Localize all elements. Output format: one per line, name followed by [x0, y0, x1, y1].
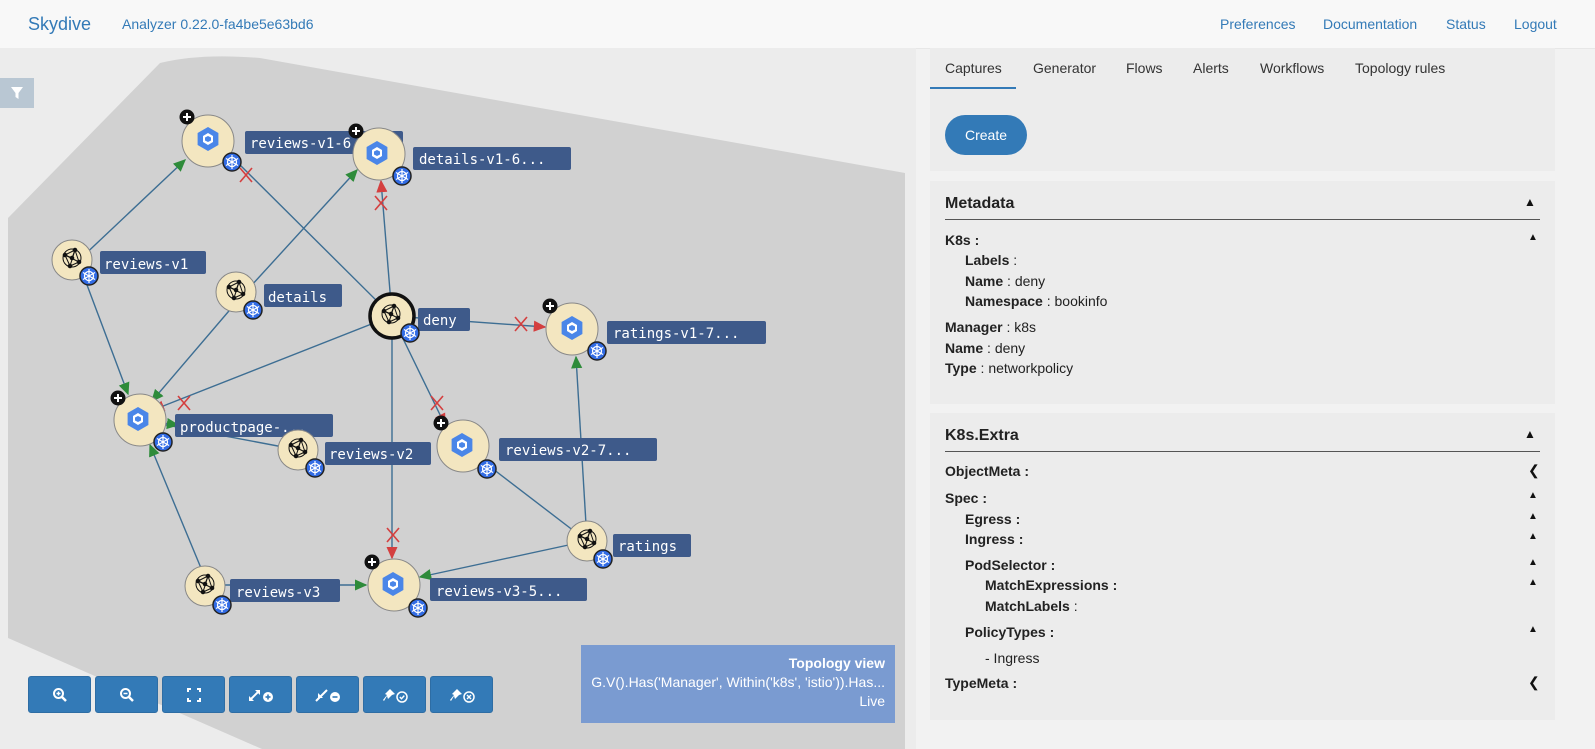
extra-typemeta-row[interactable]: TypeMeta : — [945, 675, 1017, 691]
nav-logout[interactable]: Logout — [1514, 16, 1557, 32]
meta-namespace-row: Namespace : bookinfo — [965, 293, 1108, 309]
node-label: ratings — [618, 539, 677, 555]
captures-panel: Create — [930, 90, 1555, 171]
fit-icon — [186, 687, 201, 702]
tab-flows[interactable]: Flows — [1126, 60, 1163, 76]
pin-icon — [382, 688, 408, 703]
divider — [945, 451, 1540, 452]
node-label: reviews-v1 — [104, 257, 188, 273]
extra-policytype-item: - Ingress — [985, 650, 1040, 666]
metadata-title: Metadata — [945, 195, 1015, 212]
collapse-policytypes-icon[interactable]: ▲ — [1528, 624, 1538, 635]
extra-podselector-row[interactable]: PodSelector : — [965, 557, 1055, 573]
topology-canvas[interactable]: reviews-v1-6... details-v1-6... reviews-… — [0, 48, 916, 749]
extra-objectmeta-row[interactable]: ObjectMeta : — [945, 463, 1029, 479]
graph-toolbar — [28, 676, 493, 713]
divider — [945, 219, 1540, 220]
topology-view-title: Topology view — [788, 655, 885, 671]
tab-captures[interactable]: Captures — [945, 60, 1002, 76]
expand-node-icon — [432, 414, 450, 432]
fit-to-screen-button[interactable] — [162, 676, 225, 713]
node-label: details-v1-6... — [419, 152, 545, 168]
zoom-out-icon — [119, 687, 134, 702]
expand-node-icon — [363, 553, 381, 571]
meta-labels-row: Labels : — [965, 252, 1018, 268]
tab-generator[interactable]: Generator — [1033, 60, 1096, 76]
extra-egress-row[interactable]: Egress : — [965, 511, 1020, 527]
node-label: ratings-v1-7... — [613, 326, 739, 342]
tab-workflows[interactable]: Workflows — [1260, 60, 1324, 76]
node-label: details — [268, 290, 327, 306]
nav-documentation[interactable]: Documentation — [1323, 16, 1417, 32]
extra-policytypes-row[interactable]: PolicyTypes : — [965, 624, 1054, 640]
collapse-podselector-icon[interactable]: ▲ — [1528, 557, 1538, 568]
meta-manager-row: Manager : k8s — [945, 319, 1037, 335]
k8s-extra-panel: K8s.Extra ▲ ObjectMeta : ❮ Spec : ▲ Egre… — [930, 413, 1555, 720]
active-tab-indicator — [930, 87, 1016, 89]
meta-name-row: Name : deny — [965, 273, 1046, 289]
expand-all-button[interactable] — [229, 676, 292, 713]
topology-view-status: Live — [859, 693, 885, 709]
zoom-in-icon — [52, 687, 67, 702]
collapse-k8s-icon[interactable]: ▲ — [1528, 232, 1538, 243]
unpin-icon — [449, 688, 475, 703]
pin-all-button[interactable] — [363, 676, 426, 713]
node-label: reviews-v2 — [329, 447, 413, 463]
meta-k8s-row: K8s : — [945, 232, 980, 248]
filter-icon — [11, 87, 23, 99]
node-label: reviews-v2-7... — [505, 443, 631, 459]
collapse-icon — [314, 688, 340, 702]
brand-logo[interactable]: Skydive — [28, 14, 91, 35]
meta-type-row: Type : networkpolicy — [945, 360, 1074, 376]
create-capture-button[interactable]: Create — [945, 115, 1027, 155]
nav-status[interactable]: Status — [1446, 16, 1486, 32]
zoom-in-button[interactable] — [28, 676, 91, 713]
node-label: reviews-v3-5... — [436, 584, 562, 600]
node-label: reviews-v3 — [236, 585, 320, 601]
expand-icon — [248, 689, 273, 702]
filter-button[interactable] — [0, 78, 34, 108]
zoom-out-button[interactable] — [95, 676, 158, 713]
expand-objectmeta-icon[interactable]: ❮ — [1528, 462, 1540, 479]
expand-node-icon — [109, 389, 127, 407]
expand-node-icon — [178, 108, 196, 126]
navbar: Skydive Analyzer 0.22.0-fa4be5e63bd6 Pre… — [0, 0, 1595, 49]
topology-view-query[interactable]: G.V().Has('Manager', Within('k8s', 'isti… — [591, 673, 885, 692]
tab-alerts[interactable]: Alerts — [1193, 60, 1229, 76]
node-label: deny — [423, 313, 457, 329]
topology-view-box: Topology view G.V().Has('Manager', Withi… — [581, 645, 895, 723]
collapse-matchexpressions-icon[interactable]: ▲ — [1528, 577, 1538, 588]
unpin-all-button[interactable] — [430, 676, 493, 713]
collapse-egress-icon[interactable]: ▲ — [1528, 511, 1538, 522]
expand-node-icon — [541, 297, 559, 315]
expand-node-icon — [347, 122, 365, 140]
expand-typemeta-icon[interactable]: ❮ — [1528, 674, 1540, 691]
k8s-extra-title: K8s.Extra — [945, 427, 1019, 444]
meta-name2-row: Name : deny — [945, 340, 1026, 356]
metadata-panel: Metadata ▲ K8s : ▲ Labels : Name : deny … — [930, 181, 1555, 404]
extra-matchexpressions-row[interactable]: MatchExpressions : — [985, 577, 1117, 593]
collapse-all-button[interactable] — [296, 676, 359, 713]
extra-ingress-row[interactable]: Ingress : — [965, 531, 1023, 547]
analyzer-version: Analyzer 0.22.0-fa4be5e63bd6 — [122, 16, 314, 32]
collapse-extra-icon[interactable]: ▲ — [1524, 427, 1536, 441]
nav-preferences[interactable]: Preferences — [1220, 16, 1295, 32]
extra-matchlabels-row: MatchLabels : — [985, 598, 1078, 614]
tab-topology-rules[interactable]: Topology rules — [1355, 60, 1445, 76]
collapse-metadata-icon[interactable]: ▲ — [1524, 195, 1536, 209]
collapse-spec-icon[interactable]: ▲ — [1528, 490, 1538, 501]
extra-spec-row[interactable]: Spec : — [945, 490, 987, 506]
tab-bar: Captures Generator Flows Alerts Workflow… — [930, 48, 1555, 91]
topology-graph[interactable]: reviews-v1-6... details-v1-6... reviews-… — [0, 48, 916, 749]
collapse-ingress-icon[interactable]: ▲ — [1528, 531, 1538, 542]
